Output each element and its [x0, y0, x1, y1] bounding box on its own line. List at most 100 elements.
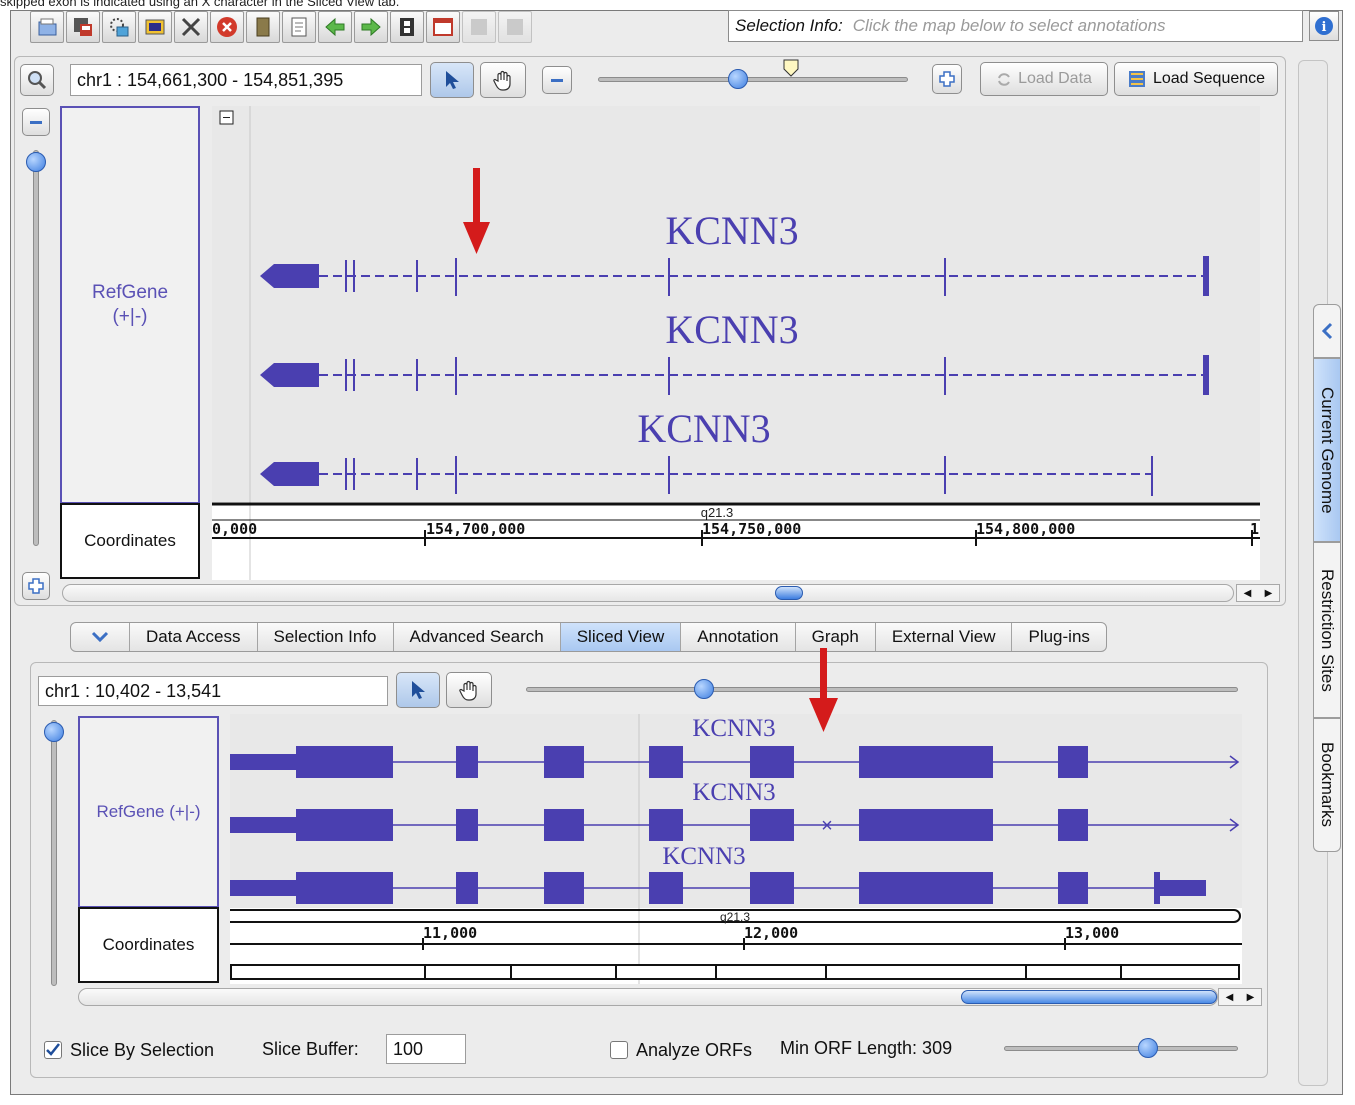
sliced-slider-knob[interactable] — [694, 679, 714, 699]
sliced-gene-label-3: KCNN3 — [662, 843, 745, 870]
film-strip-icon — [400, 18, 414, 36]
scroll-right-icon[interactable]: ▶ — [1247, 992, 1255, 1003]
side-tab-restriction-sites-label: Restriction Sites — [1318, 568, 1337, 692]
zoom-search-button[interactable] — [20, 64, 54, 96]
stop-button[interactable] — [210, 11, 244, 43]
info-button[interactable]: i — [1309, 11, 1339, 41]
slice-by-selection-checkbox[interactable] — [44, 1041, 62, 1059]
sliced-pan-tool-button[interactable] — [446, 672, 492, 708]
tab-selection-info-label: Selection Info — [273, 627, 377, 646]
selection-info-hint: Click the map below to select annotation… — [852, 16, 1166, 35]
pan-tool-button[interactable] — [480, 62, 526, 98]
zoom-in-vertical-button[interactable] — [22, 572, 50, 600]
select-tool-button[interactable] — [430, 62, 474, 98]
sliced-tick-label-2: 13,000 — [1065, 924, 1119, 942]
side-tab-bookmarks[interactable]: Bookmarks — [1313, 718, 1341, 852]
load-genome-button[interactable] — [102, 11, 136, 43]
tab-selection-info[interactable]: Selection Info — [258, 623, 394, 651]
tools-button[interactable] — [174, 11, 208, 43]
tab-sliced-view-label: Sliced View — [576, 627, 665, 646]
zoom-out-vertical-button[interactable] — [22, 108, 50, 136]
tab-data-access[interactable]: Data Access — [130, 623, 258, 651]
main-location-input[interactable]: chr1 : 154,661,300 - 154,851,395 — [70, 64, 422, 96]
hand-icon — [459, 680, 477, 701]
scroll-left-icon[interactable]: ◀ — [1226, 992, 1234, 1003]
analyze-orfs-checkbox[interactable] — [610, 1041, 628, 1059]
load-genome-icon — [110, 18, 129, 37]
coordinates-track-label: Coordinates — [60, 503, 200, 579]
band-label: q21.3 — [701, 505, 734, 520]
hand-icon — [493, 70, 511, 91]
scroll-right-icon[interactable]: ▶ — [1265, 588, 1273, 599]
refgene-label-line2: (+|-) — [112, 306, 148, 327]
back-button[interactable] — [318, 11, 352, 43]
tab-plug-ins[interactable]: Plug-ins — [1012, 623, 1105, 651]
tab-collapse[interactable] — [71, 623, 130, 651]
main-scroll-thumb[interactable] — [775, 586, 803, 600]
sliced-vertical-slider[interactable] — [44, 720, 64, 988]
vertical-slider-knob[interactable] — [26, 152, 46, 172]
document-button[interactable] — [282, 11, 316, 43]
sliced-genome-canvas[interactable]: KCNN3 × KCNN3 KCNN3 q21.3 11,000 12,000 … — [230, 714, 1242, 984]
scroll-left-icon[interactable]: ◀ — [1244, 588, 1252, 599]
window-button[interactable] — [426, 11, 460, 43]
side-tab-current-genome[interactable]: Current Genome — [1313, 358, 1341, 542]
sliced-scroll-thumb[interactable] — [961, 990, 1217, 1004]
sliced-coordinates-track-label: Coordinates — [78, 907, 219, 983]
slice-by-selection-label: Slice By Selection — [70, 1039, 215, 1060]
tab-annotation[interactable]: Annotation — [681, 623, 796, 651]
tab-data-access-label: Data Access — [146, 627, 241, 646]
open-file-button[interactable] — [30, 11, 64, 43]
annotation-arrow-sliced — [809, 648, 838, 732]
selection-info-bar: Selection Info: Click the map below to s… — [728, 10, 1303, 42]
sliced-tick-label-0: 11,000 — [423, 924, 477, 942]
sliced-zoom-slider[interactable] — [526, 678, 1238, 702]
side-tab-restriction-sites[interactable]: Restriction Sites — [1313, 542, 1341, 718]
sliced-coordinates-label: Coordinates — [102, 935, 195, 954]
main-location-text: chr1 : 154,661,300 - 154,851,395 — [77, 69, 344, 90]
main-horizontal-scrollbar[interactable] — [62, 584, 1234, 602]
refgene-label-line1: RefGene — [91, 282, 169, 303]
tab-sliced-view[interactable]: Sliced View — [560, 623, 682, 651]
image-export-icon — [145, 19, 165, 35]
load-data-button[interactable]: Load Data — [980, 62, 1108, 96]
side-tabs-collapse[interactable] — [1313, 304, 1341, 358]
tab-external-view[interactable]: External View — [876, 623, 1013, 651]
sliced-horizontal-scrollbar[interactable] — [78, 988, 1218, 1006]
load-sequence-button[interactable]: Load Sequence — [1114, 62, 1278, 96]
min-orf-length-slider[interactable] — [1004, 1038, 1240, 1060]
analyze-orfs-control[interactable]: Analyze ORFs — [610, 1038, 752, 1062]
refgene-track-label[interactable]: RefGene (+|-) — [60, 106, 200, 504]
bookmark-book-button[interactable] — [246, 11, 280, 43]
slice-buffer-label: Slice Buffer: — [262, 1039, 359, 1059]
sliced-location-input[interactable]: chr1 : 10,402 - 13,541 — [38, 676, 388, 706]
tab-graph[interactable]: Graph — [796, 623, 876, 651]
orf-slider-knob[interactable] — [1138, 1038, 1158, 1058]
load-data-label: Load Data — [1018, 70, 1092, 87]
save-button[interactable] — [66, 11, 100, 43]
film-strip-button[interactable] — [390, 11, 424, 43]
min-orf-length-label: Min ORF Length: 309 — [780, 1038, 953, 1058]
forward-button[interactable] — [354, 11, 388, 43]
main-scroll-arrows[interactable]: ◀ ▶ — [1236, 584, 1280, 602]
slice-by-selection-control[interactable]: Slice By Selection — [44, 1038, 214, 1062]
svg-text:i: i — [1322, 20, 1327, 35]
tab-advanced-search[interactable]: Advanced Search — [394, 623, 561, 651]
main-genome-canvas[interactable]: KCNN3 KCNN3 KCNN3 q21.3 0,000 154,700,00… — [212, 106, 1260, 580]
slice-buffer-input[interactable]: 100 — [386, 1034, 466, 1064]
zoom-out-horizontal-button[interactable] — [542, 66, 572, 94]
sliced-scroll-arrows[interactable]: ◀ ▶ — [1218, 988, 1262, 1006]
zoom-in-horizontal-button[interactable] — [932, 64, 962, 94]
slice-buffer-value: 100 — [393, 1038, 424, 1059]
tab-plug-ins-label: Plug-ins — [1028, 627, 1090, 646]
slider-knob[interactable] — [728, 69, 748, 89]
sliced-select-tool-button[interactable] — [396, 672, 440, 708]
tab-external-view-label: External View — [891, 627, 996, 646]
sliced-refgene-track-label[interactable]: RefGene (+|-) — [78, 716, 219, 908]
gene-label-1: KCNN3 — [665, 208, 798, 253]
sliced-vertical-knob[interactable] — [44, 722, 64, 742]
vertical-slider-track — [33, 150, 39, 546]
horizontal-zoom-slider[interactable] — [598, 56, 908, 100]
image-export-button[interactable] — [138, 11, 172, 43]
vertical-zoom-slider[interactable] — [26, 150, 46, 550]
